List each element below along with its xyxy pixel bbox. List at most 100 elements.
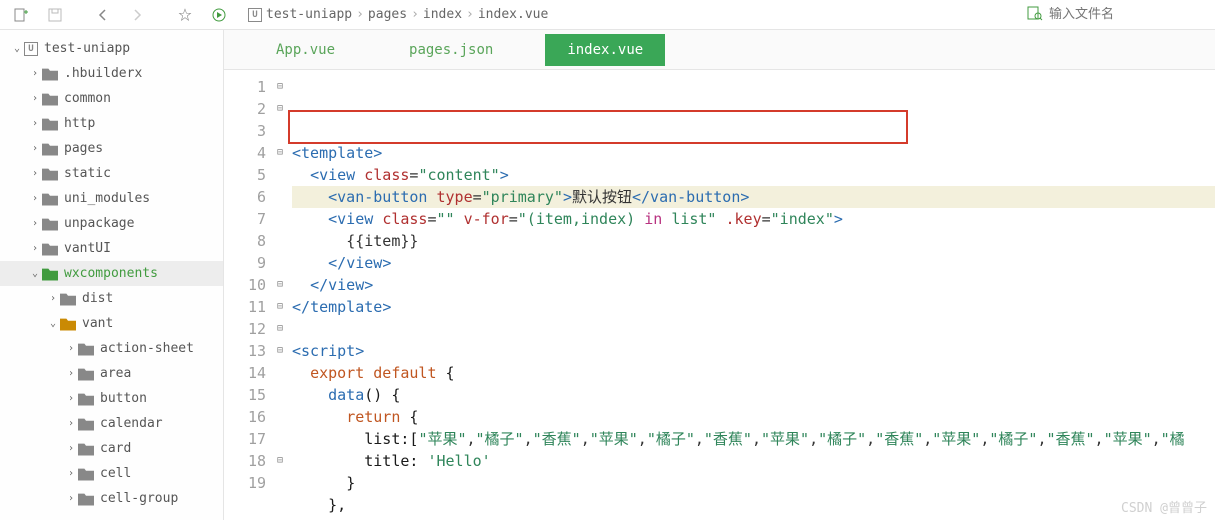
- chevron-right-icon[interactable]: ›: [28, 118, 42, 129]
- tree-item-label: button: [100, 391, 147, 406]
- tree-item-card[interactable]: › card: [0, 436, 223, 461]
- code-line[interactable]: }: [292, 472, 1215, 494]
- fold-toggle[interactable]: ⊟: [272, 318, 288, 340]
- chevron-right-icon[interactable]: ›: [46, 293, 60, 304]
- chevron-right-icon[interactable]: ›: [28, 143, 42, 154]
- chevron-down-icon[interactable]: ⌄: [28, 268, 42, 279]
- fold-toggle[interactable]: ⊟: [272, 296, 288, 318]
- folder-icon: [42, 92, 58, 106]
- tree-item-label: http: [64, 116, 95, 131]
- tree-item-common[interactable]: ›common: [0, 86, 223, 111]
- folder-icon: [78, 467, 94, 481]
- fold-toggle: [272, 252, 288, 274]
- code-line[interactable]: return {: [292, 406, 1215, 428]
- code-line[interactable]: <view class="content">: [292, 164, 1215, 186]
- code-area[interactable]: 12345678910111213141516171819 ⊟⊟⊟⊟⊟⊟⊟⊟ <…: [224, 70, 1215, 520]
- code-line[interactable]: list:["苹果","橘子","香蕉","苹果","橘子","香蕉","苹果"…: [292, 428, 1215, 450]
- fold-toggle: [272, 230, 288, 252]
- folder-icon: [42, 142, 58, 156]
- code-line[interactable]: <view class="" v-for="(item,index) in li…: [292, 208, 1215, 230]
- code-line[interactable]: },: [292, 494, 1215, 516]
- code-line[interactable]: </view>: [292, 274, 1215, 296]
- chevron-right-icon[interactable]: ›: [28, 243, 42, 254]
- code-line[interactable]: </view>: [292, 252, 1215, 274]
- fold-toggle[interactable]: ⊟: [272, 274, 288, 296]
- tree-item-.hbuilderx[interactable]: ›.hbuilderx: [0, 61, 223, 86]
- tree-item-http[interactable]: › http: [0, 111, 223, 136]
- chevron-down-icon[interactable]: ⌄: [10, 43, 24, 54]
- tree-item-test-uniapp[interactable]: ⌄Utest-uniapp: [0, 36, 223, 61]
- chevron-right-icon[interactable]: ›: [64, 493, 78, 504]
- save-icon[interactable]: [40, 3, 70, 27]
- folder-icon: [78, 492, 94, 506]
- crumb[interactable]: test-uniapp: [266, 7, 352, 22]
- tab-pages.json[interactable]: pages.json: [387, 34, 515, 66]
- fold-toggle[interactable]: ⊟: [272, 76, 288, 98]
- chevron-right-icon[interactable]: ›: [28, 218, 42, 229]
- code-line[interactable]: </template>: [292, 296, 1215, 318]
- code-line[interactable]: data() {: [292, 384, 1215, 406]
- search-input[interactable]: [1049, 7, 1189, 22]
- chevron-right-icon[interactable]: ›: [28, 68, 42, 79]
- breadcrumb: U test-uniapp › pages › index › index.vu…: [248, 7, 548, 22]
- tree-item-label: card: [100, 441, 131, 456]
- code-line[interactable]: {{item}}: [292, 230, 1215, 252]
- chevron-right-icon[interactable]: ›: [28, 93, 42, 104]
- chevron-right-icon[interactable]: ›: [64, 418, 78, 429]
- chevron-right-icon[interactable]: ›: [64, 443, 78, 454]
- forward-icon[interactable]: [122, 3, 152, 27]
- fold-toggle[interactable]: ⊟: [272, 340, 288, 362]
- code-line[interactable]: title: 'Hello': [292, 450, 1215, 472]
- folder-icon: [78, 442, 94, 456]
- chevron-right-icon[interactable]: ›: [64, 343, 78, 354]
- tab-index.vue[interactable]: index.vue: [545, 34, 665, 66]
- fold-toggle[interactable]: ⊟: [272, 450, 288, 472]
- chevron-right-icon[interactable]: ›: [64, 393, 78, 404]
- line-gutter: 12345678910111213141516171819: [224, 70, 272, 520]
- code-line[interactable]: onLoad() {: [292, 516, 1215, 520]
- star-icon[interactable]: [170, 3, 200, 27]
- tree-item-pages[interactable]: ›pages: [0, 136, 223, 161]
- tree-item-dist[interactable]: ›dist: [0, 286, 223, 311]
- tree-item-wxcomponents[interactable]: ⌄wxcomponents: [0, 261, 223, 286]
- folder-icon: [78, 367, 94, 381]
- code-line[interactable]: [292, 318, 1215, 340]
- fold-gutter[interactable]: ⊟⊟⊟⊟⊟⊟⊟⊟: [272, 70, 288, 520]
- chevron-down-icon[interactable]: ⌄: [46, 318, 60, 329]
- tree-item-uni_modules[interactable]: ›uni_modules: [0, 186, 223, 211]
- chevron-right-icon[interactable]: ›: [64, 468, 78, 479]
- crumb[interactable]: index.vue: [478, 7, 548, 22]
- new-icon[interactable]: [6, 3, 36, 27]
- fold-toggle[interactable]: ⊟: [272, 142, 288, 164]
- code-line[interactable]: <template>: [292, 142, 1215, 164]
- search-box[interactable]: [1027, 5, 1189, 25]
- chevron-right-icon[interactable]: ›: [64, 368, 78, 379]
- tab-App.vue[interactable]: App.vue: [254, 34, 357, 66]
- tree-item-action-sheet[interactable]: ›action-sheet: [0, 336, 223, 361]
- crumb[interactable]: index: [423, 7, 462, 22]
- tree-item-cell[interactable]: ›cell: [0, 461, 223, 486]
- crumb[interactable]: pages: [368, 7, 407, 22]
- file-tree[interactable]: ⌄Utest-uniapp›.hbuilderx›common›http›pag…: [0, 30, 224, 520]
- chevron-right-icon[interactable]: ›: [28, 168, 42, 179]
- tree-item-label: test-uniapp: [44, 41, 130, 56]
- editor-tabs: App.vue pages.json index.vue: [224, 30, 1215, 70]
- folder-open-icon: [60, 317, 76, 331]
- tree-item-static[interactable]: ›static: [0, 161, 223, 186]
- tree-item-cell-group[interactable]: ›cell-group: [0, 486, 223, 511]
- code-line[interactable]: <script>: [292, 340, 1215, 362]
- code-line[interactable]: export default {: [292, 362, 1215, 384]
- code-lines[interactable]: <template> <view class="content"> <van-b…: [288, 70, 1215, 520]
- back-icon[interactable]: [88, 3, 118, 27]
- chevron-right-icon: ›: [466, 7, 474, 22]
- code-line[interactable]: <van-button type="primary">默认按钮</van-but…: [292, 186, 1215, 208]
- run-icon[interactable]: [204, 3, 234, 27]
- tree-item-area[interactable]: ›area: [0, 361, 223, 386]
- tree-item-vantUI[interactable]: ›vantUI: [0, 236, 223, 261]
- tree-item-calendar[interactable]: ›calendar: [0, 411, 223, 436]
- tree-item-unpackage[interactable]: ›unpackage: [0, 211, 223, 236]
- chevron-right-icon[interactable]: ›: [28, 193, 42, 204]
- tree-item-vant[interactable]: ⌄vant: [0, 311, 223, 336]
- fold-toggle[interactable]: ⊟: [272, 98, 288, 120]
- tree-item-button[interactable]: › button: [0, 386, 223, 411]
